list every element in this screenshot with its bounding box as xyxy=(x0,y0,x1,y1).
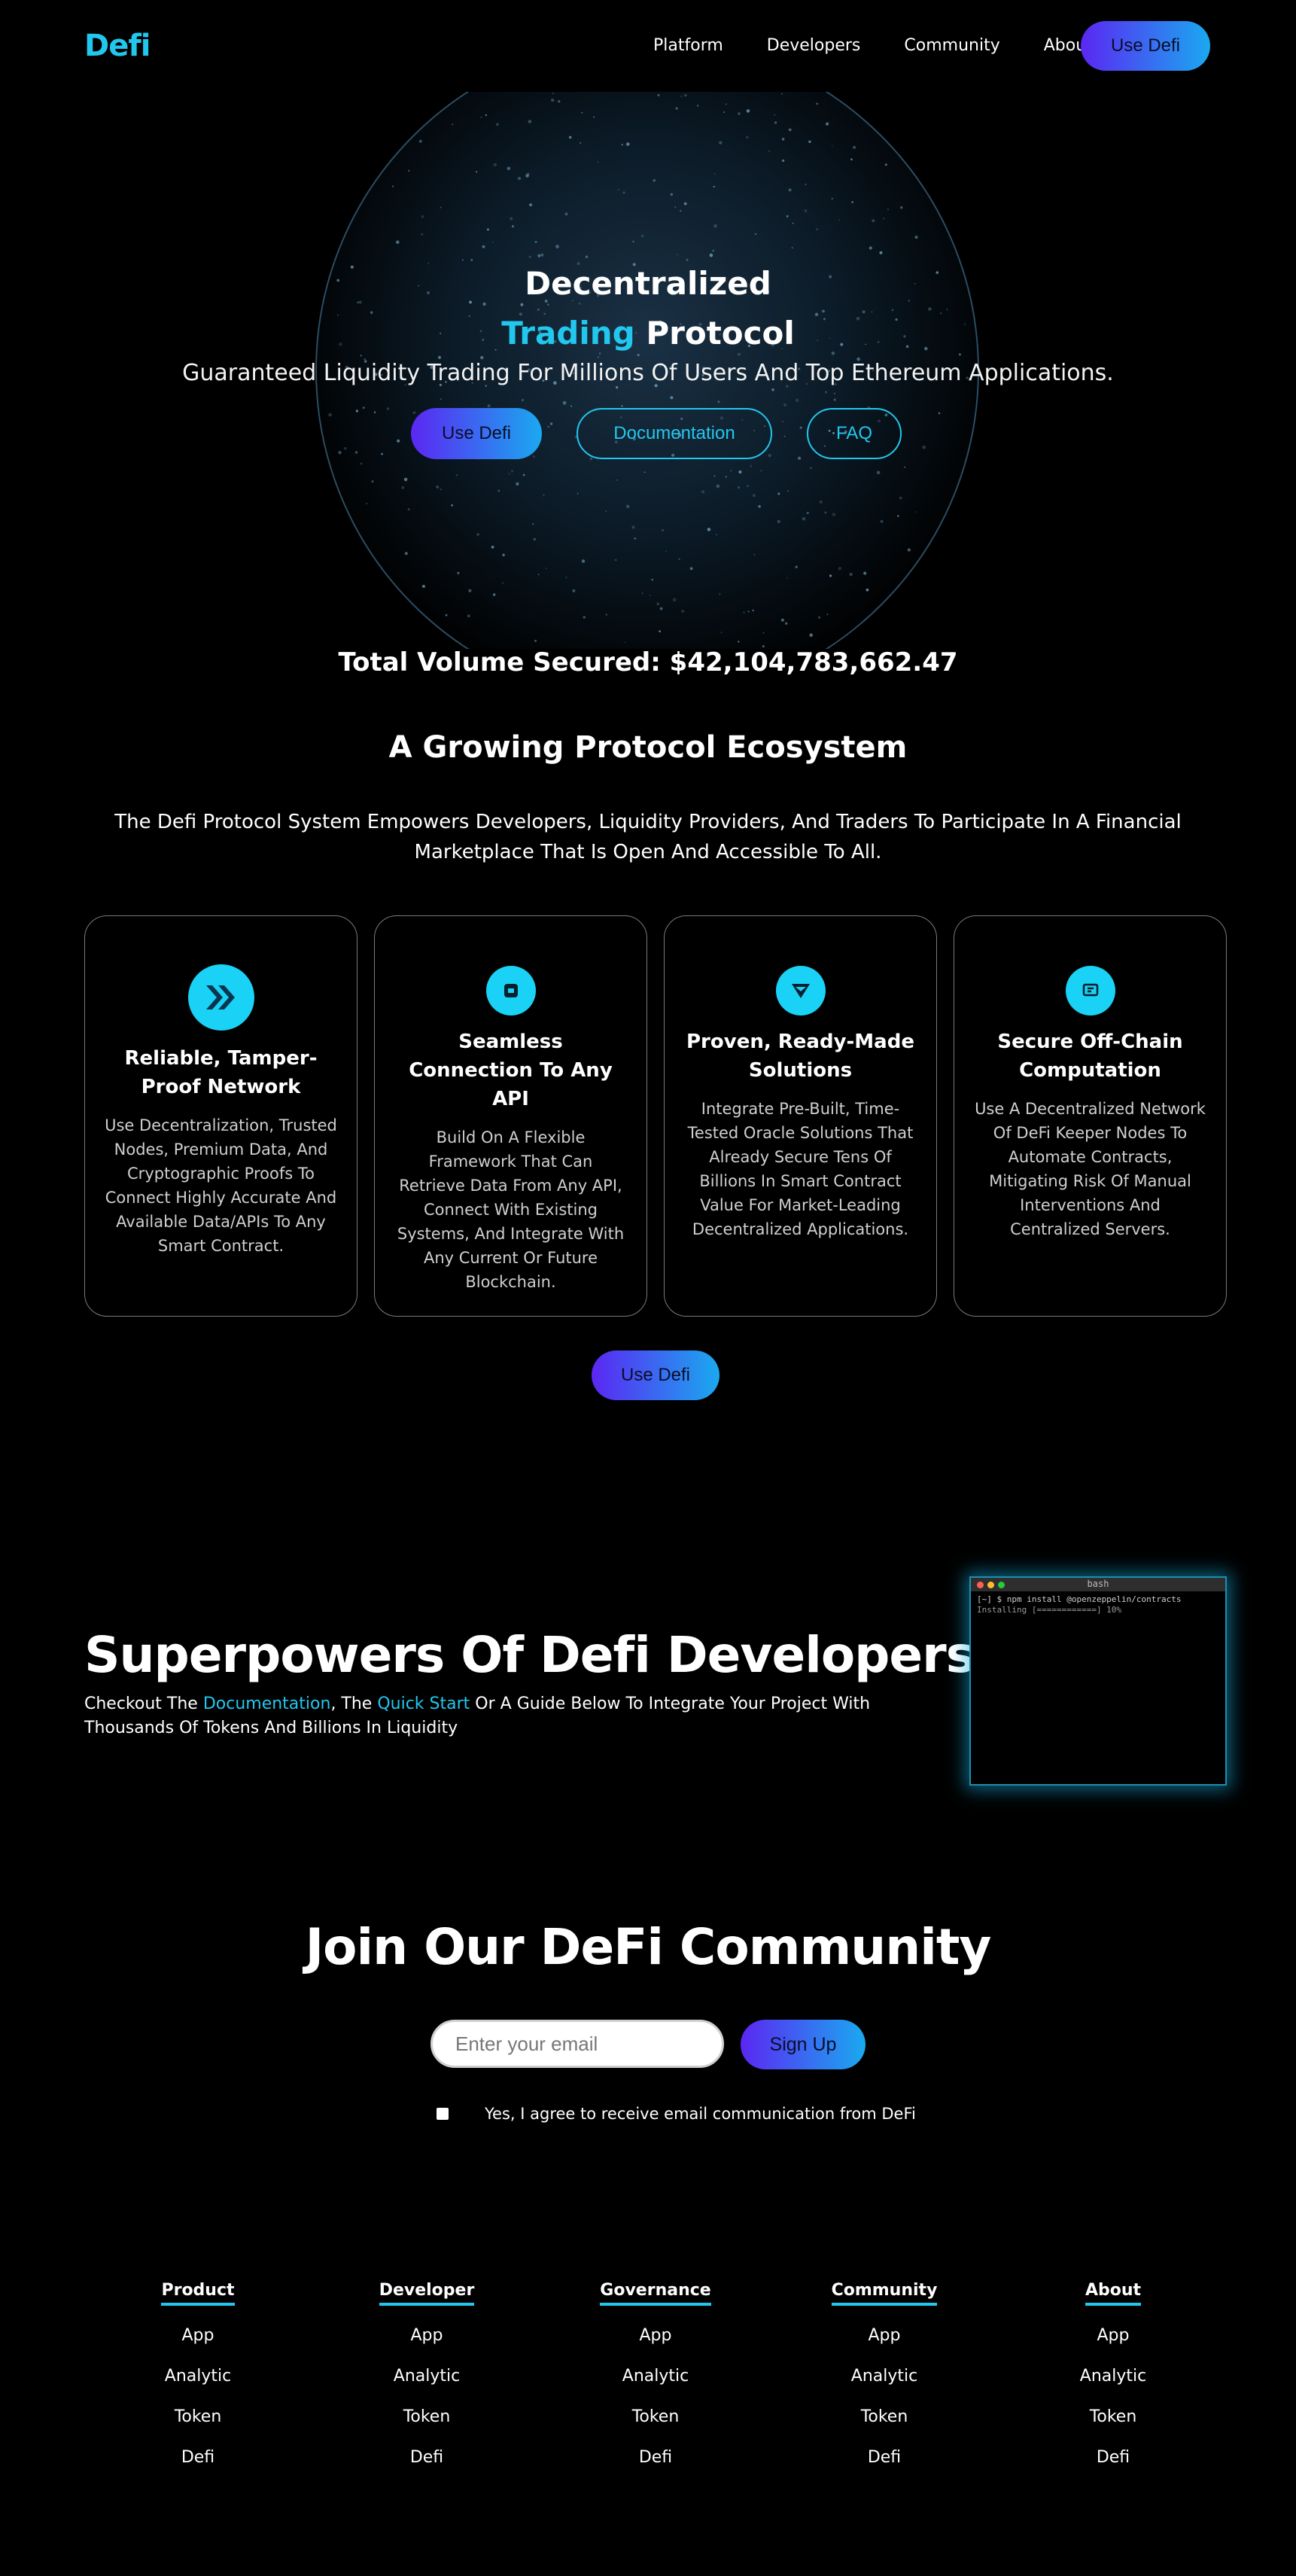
hero-section: Decentralized Trading Protocol Guarantee… xyxy=(0,92,1296,649)
desc-text: Checkout The xyxy=(84,1694,203,1713)
documentation-button[interactable]: Documentation xyxy=(577,408,772,459)
footer-link[interactable]: App xyxy=(1038,2325,1188,2346)
card-text: Use A Decentralized Network Of DeFi Keep… xyxy=(975,1100,1206,1238)
nav-link-platform[interactable]: Platform xyxy=(653,36,723,55)
nav-use-defi-button[interactable]: Use Defi xyxy=(1081,21,1210,71)
hero-title-accent: Trading xyxy=(501,315,635,352)
footer-link[interactable]: App xyxy=(351,2325,502,2346)
ecosystem-title: A Growing Protocol Ecosystem xyxy=(388,730,908,765)
footer-heading[interactable]: Product xyxy=(161,2281,235,2306)
footer-link[interactable]: Token xyxy=(580,2407,731,2428)
community-title: Join Our DeFi Community xyxy=(305,1918,992,1976)
hero-buttons: Use Defi Documentation FAQ xyxy=(411,408,902,459)
nav-link-developers[interactable]: Developers xyxy=(767,36,861,55)
footer-link[interactable]: Token xyxy=(123,2407,273,2428)
footer-link[interactable]: App xyxy=(809,2325,960,2346)
footer-link[interactable]: Analytic xyxy=(580,2366,731,2387)
consent-row: Yes, I agree to receive email communicat… xyxy=(437,2105,916,2123)
hero-subtitle: Guaranteed Liquidity Trading For Million… xyxy=(182,360,1114,386)
hero-title-rest: Protocol xyxy=(634,315,795,352)
feature-card: Seamless Connection To Any API Build On … xyxy=(374,915,647,1317)
quick-start-link[interactable]: Quick Start xyxy=(377,1694,470,1713)
footer-link[interactable]: Analytic xyxy=(809,2366,960,2387)
footer-column-developer: Developer App Analytic Token Defi xyxy=(351,2281,502,2468)
hero-title-line1: Decentralized xyxy=(525,265,771,302)
footer-link[interactable]: Defi xyxy=(809,2447,960,2468)
faq-button[interactable]: FAQ xyxy=(807,408,902,459)
feature-card: Proven, Ready-Made Solutions Integrate P… xyxy=(664,915,937,1317)
footer-heading[interactable]: About xyxy=(1085,2281,1142,2306)
sign-up-button[interactable]: Sign Up xyxy=(741,2020,866,2069)
terminal-line: Installing [============] 10% xyxy=(977,1605,1122,1615)
feature-card: Reliable, Tamper-Proof Network Use Decen… xyxy=(84,915,357,1317)
footer-column-product: Product App Analytic Token Defi xyxy=(123,2281,273,2468)
footer-link[interactable]: Defi xyxy=(1038,2447,1188,2468)
footer-column-governance: Governance App Analytic Token Defi xyxy=(580,2281,731,2468)
card-title: Seamless Connection To Any API xyxy=(409,1031,613,1110)
nav-link-community[interactable]: Community xyxy=(904,36,999,55)
consent-label: Yes, I agree to receive email communicat… xyxy=(485,2105,916,2123)
total-volume: Total Volume Secured: $42,104,783,662.47 xyxy=(338,647,958,677)
footer-link[interactable]: Analytic xyxy=(351,2366,502,2387)
card-title: Secure Off-Chain Computation xyxy=(997,1031,1183,1082)
terminal-titlebar: bash xyxy=(971,1578,1225,1591)
footer-link[interactable]: App xyxy=(580,2325,731,2346)
compute-icon xyxy=(1065,966,1115,1015)
footer-link[interactable]: Token xyxy=(351,2407,502,2428)
email-input[interactable] xyxy=(430,2020,724,2068)
signup-wrap: Sign Up xyxy=(741,2020,866,2069)
chevrons-icon xyxy=(187,964,254,1031)
footer-link[interactable]: Token xyxy=(1038,2407,1188,2428)
footer-column-about: About App Analytic Token Defi xyxy=(1038,2281,1188,2468)
footer-link[interactable]: Token xyxy=(809,2407,960,2428)
top-navbar: Defi Platform Developers Community About… xyxy=(0,0,1296,92)
terminal-title: bash xyxy=(1087,1579,1109,1589)
ecosystem-cta: Use Defi xyxy=(592,1350,719,1400)
api-icon xyxy=(485,966,536,1015)
feature-cards: Reliable, Tamper-Proof Network Use Decen… xyxy=(84,915,1227,1317)
superpowers-description: Checkout The Documentation, The Quick St… xyxy=(84,1692,912,1740)
footer-heading[interactable]: Developer xyxy=(379,2281,475,2306)
footer-link[interactable]: App xyxy=(123,2325,273,2346)
footer-link[interactable]: Analytic xyxy=(1038,2366,1188,2387)
shield-icon xyxy=(775,966,826,1015)
hero-use-defi-button[interactable]: Use Defi xyxy=(411,408,542,459)
ecosystem-description: The Defi Protocol System Empowers Develo… xyxy=(114,811,1182,863)
hero-title-line2: Trading Protocol xyxy=(0,315,1296,352)
footer-link[interactable]: Defi xyxy=(351,2447,502,2468)
card-title: Reliable, Tamper-Proof Network xyxy=(124,1047,318,1098)
card-text: Integrate Pre-Built, Time-Tested Oracle … xyxy=(687,1100,914,1238)
card-title: Proven, Ready-Made Solutions xyxy=(686,1031,914,1082)
terminal-line: [~] $ npm install @openzeppelin/contract… xyxy=(977,1594,1182,1604)
card-text: Use Decentralization, Trusted Nodes, Pre… xyxy=(105,1116,337,1255)
documentation-link[interactable]: Documentation xyxy=(203,1694,331,1713)
footer-heading[interactable]: Community xyxy=(831,2281,938,2306)
ecosystem-use-defi-button[interactable]: Use Defi xyxy=(592,1350,719,1400)
terminal-window: bash [~] $ npm install @openzeppelin/con… xyxy=(969,1576,1227,1786)
footer-heading[interactable]: Governance xyxy=(600,2281,711,2306)
nav-links: Platform Developers Community About xyxy=(653,36,1136,55)
superpowers-title: Superpowers Of Defi Developers xyxy=(84,1626,975,1684)
footer-link[interactable]: Defi xyxy=(580,2447,731,2468)
card-text: Build On A Flexible Framework That Can R… xyxy=(397,1128,625,1291)
footer-link[interactable]: Defi xyxy=(123,2447,273,2468)
footer-column-community: Community App Analytic Token Defi xyxy=(809,2281,960,2468)
feature-card: Secure Off-Chain Computation Use A Decen… xyxy=(954,915,1227,1317)
consent-checkbox[interactable] xyxy=(437,2108,449,2120)
logo[interactable]: Defi xyxy=(84,29,151,63)
desc-text: , The xyxy=(330,1694,378,1713)
footer-link[interactable]: Analytic xyxy=(123,2366,273,2387)
